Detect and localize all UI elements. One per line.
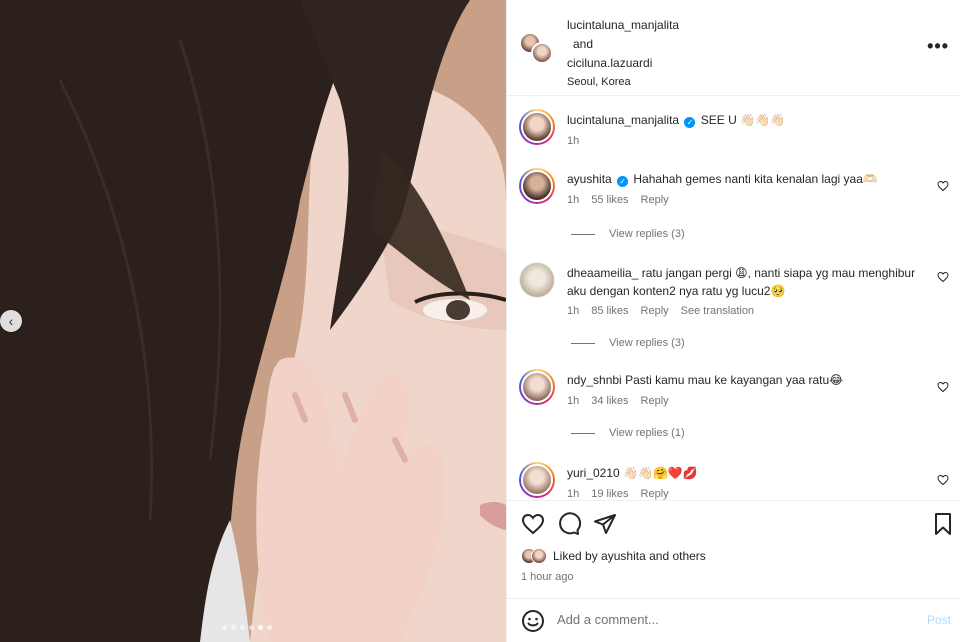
liked-by-prefix: Liked by: [553, 549, 598, 563]
header-username-2[interactable]: ciciluna.lazuardi: [567, 54, 679, 73]
like-comment-heart-icon[interactable]: [937, 381, 949, 393]
comments-list[interactable]: lucintaluna_manjalita ✓ SEE U 👋🏻👋🏻👋🏻 1h …: [507, 97, 960, 500]
avatar[interactable]: [519, 168, 555, 204]
avatar[interactable]: [519, 369, 555, 405]
post-header: lucintaluna_manjalita and ciciluna.lazua…: [507, 0, 960, 96]
comment-time: 1h: [567, 305, 580, 317]
view-replies-button[interactable]: View replies (3): [571, 337, 685, 349]
previous-photo-button[interactable]: ‹: [0, 310, 22, 332]
more-options-icon[interactable]: •••: [927, 36, 949, 57]
view-replies-button[interactable]: View replies (3): [571, 228, 685, 240]
comment-text: 👋🏻👋🏻🤗❤️💋: [623, 466, 698, 480]
carousel-dot: [249, 625, 254, 630]
post-location[interactable]: Seoul, Korea: [567, 73, 679, 91]
comment-likes[interactable]: 34 likes: [591, 395, 628, 407]
like-heart-icon[interactable]: [521, 512, 545, 536]
carousel-dot-active: [258, 625, 263, 630]
view-replies-label: View replies (1): [609, 427, 685, 439]
avatar: [531, 548, 547, 564]
post-actions: Liked by ayushita and others 1 hour ago: [507, 500, 960, 590]
comment-username[interactable]: dheaameilia_: [567, 266, 638, 280]
comment-likes[interactable]: 55 likes: [591, 194, 628, 206]
emoji-icon[interactable]: [521, 609, 545, 633]
liked-by-suffix[interactable]: and others: [649, 549, 706, 563]
reply-button[interactable]: Reply: [641, 488, 669, 500]
verified-badge-icon: ✓: [684, 117, 696, 128]
carousel-dot: [231, 625, 236, 630]
caption-text: SEE U 👋🏻👋🏻👋🏻: [700, 113, 785, 127]
comment-username[interactable]: ndy_shnbi: [567, 373, 622, 387]
comment-text: Hahahah gemes nanti kita kenalan lagi ya…: [633, 172, 878, 186]
add-comment-bar: Post: [507, 598, 960, 642]
carousel-dot: [240, 625, 245, 630]
caption-username[interactable]: lucintaluna_manjalita: [567, 113, 679, 127]
header-username-1[interactable]: lucintaluna_manjalita: [567, 16, 679, 35]
avatar[interactable]: [519, 262, 555, 298]
add-comment-input[interactable]: [557, 612, 877, 627]
avatar[interactable]: [519, 109, 555, 145]
comment-time: 1h: [567, 488, 580, 500]
comment-time: 1h: [567, 395, 580, 407]
liked-by[interactable]: Liked by ayushita and others: [521, 548, 706, 564]
comment-bubble-icon[interactable]: [557, 512, 581, 536]
save-bookmark-icon[interactable]: [931, 512, 955, 536]
comment-text: Pasti kamu mau ke kayangan yaa ratu😂: [625, 373, 844, 387]
comment-time: 1h: [567, 194, 580, 206]
view-replies-label: View replies (3): [609, 228, 685, 240]
verified-badge-icon: ✓: [617, 176, 629, 187]
comment-username[interactable]: yuri_0210: [567, 466, 620, 480]
like-comment-heart-icon[interactable]: [937, 474, 949, 486]
carousel-dots: [222, 625, 272, 630]
view-replies-button[interactable]: View replies (1): [571, 427, 685, 439]
carousel-dot: [267, 625, 272, 630]
post-comment-button[interactable]: Post: [927, 613, 951, 627]
share-send-icon[interactable]: [593, 512, 617, 536]
post-detail-panel: lucintaluna_manjalita and ciciluna.lazua…: [506, 0, 960, 642]
like-comment-heart-icon[interactable]: [937, 180, 949, 192]
reply-button[interactable]: Reply: [641, 305, 669, 317]
like-comment-heart-icon[interactable]: [937, 271, 949, 283]
liked-by-user[interactable]: ayushita: [601, 549, 646, 563]
view-replies-label: View replies (3): [609, 337, 685, 349]
post-photo[interactable]: ‹: [0, 0, 506, 642]
photo-illustration: [0, 0, 506, 642]
comment-username[interactable]: ayushita: [567, 172, 612, 186]
avatar[interactable]: [519, 462, 555, 498]
post-time-ago: 1 hour ago: [521, 571, 574, 583]
collab-avatars[interactable]: [519, 30, 555, 66]
avatar: [531, 42, 553, 64]
reply-button[interactable]: Reply: [641, 395, 669, 407]
caption-time: 1h: [567, 135, 580, 147]
header-and: and: [573, 37, 594, 51]
carousel-dot: [222, 625, 227, 630]
comment-likes[interactable]: 19 likes: [591, 488, 628, 500]
reply-button[interactable]: Reply: [641, 194, 669, 206]
comment-likes[interactable]: 85 likes: [591, 305, 628, 317]
see-translation-button[interactable]: See translation: [681, 305, 754, 317]
